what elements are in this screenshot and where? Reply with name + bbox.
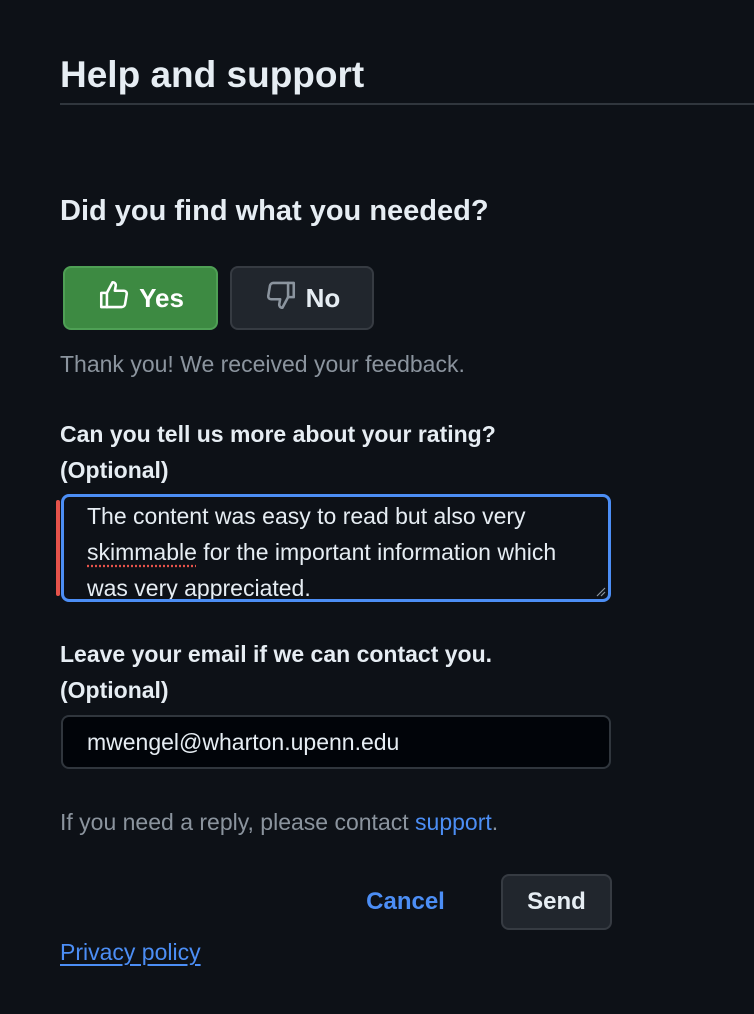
rating-details-label-text: Can you tell us more about your rating? (60, 421, 496, 447)
yes-label: Yes (139, 282, 184, 313)
rating-text-part1: The content was easy to read but also ve… (87, 503, 526, 529)
resize-handle-icon[interactable] (594, 585, 606, 597)
feedback-thanks-message: Thank you! We received your feedback. (60, 351, 465, 377)
privacy-policy-link[interactable]: Privacy policy (60, 937, 201, 967)
email-input[interactable] (61, 715, 611, 769)
send-button[interactable]: Send (501, 874, 612, 930)
rating-details-label: Can you tell us more about your rating? … (60, 416, 620, 488)
title-divider (60, 103, 754, 105)
support-link[interactable]: support (415, 809, 492, 835)
feedback-question: Did you find what you needed? (60, 195, 489, 227)
cancel-button[interactable]: Cancel (348, 875, 463, 929)
reply-note: If you need a reply, please contact supp… (60, 807, 498, 837)
email-label: Leave your email if we can contact you. … (60, 636, 620, 708)
rating-details-text: The content was easy to read but also ve… (87, 498, 587, 599)
yes-button[interactable]: Yes (63, 266, 218, 330)
email-label-text: Leave your email if we can contact you. (60, 641, 493, 667)
thumbs-down-icon (264, 278, 298, 319)
rating-details-textarea[interactable]: The content was easy to read but also ve… (61, 494, 611, 602)
no-label: No (305, 282, 341, 313)
field-indicator-bar (56, 500, 60, 596)
thumbs-up-icon (97, 278, 131, 319)
misspelled-word: skimmable (87, 539, 197, 565)
reply-note-prefix: If you need a reply, please contact (60, 809, 416, 835)
email-optional: (Optional) (60, 677, 169, 703)
help-support-panel: Help and support Did you find what you n… (0, 0, 754, 1014)
reply-note-suffix: . (491, 809, 499, 835)
rating-details-optional: (Optional) (60, 457, 169, 483)
section-title: Help and support (60, 54, 365, 95)
vote-buttons: Yes No (63, 266, 374, 330)
no-button[interactable]: No (230, 266, 374, 330)
